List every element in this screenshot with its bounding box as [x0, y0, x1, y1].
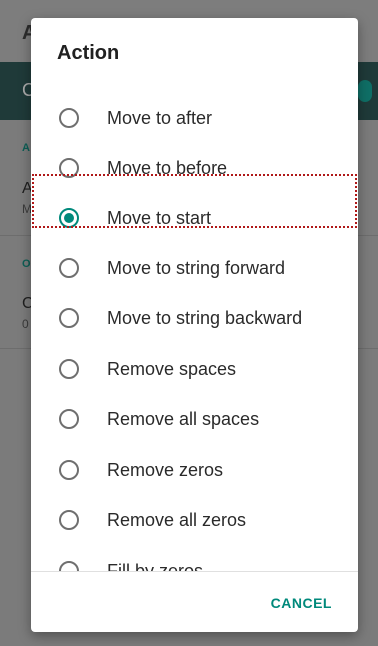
radio-unchecked-icon[interactable]	[59, 359, 79, 379]
radio-unchecked-icon[interactable]	[59, 409, 79, 429]
option-label: Fill by zeros	[107, 560, 204, 572]
option-label: Remove all zeros	[107, 509, 247, 530]
app-section-header: A	[22, 142, 30, 154]
option-move-to-start[interactable]: Move to start	[31, 193, 358, 243]
option-move-to-after[interactable]: Move to after	[31, 93, 358, 143]
option-move-to-string-forward[interactable]: Move to string forward	[31, 243, 358, 293]
app-list-item-sub: 0	[22, 317, 29, 331]
option-label: Remove spaces	[107, 358, 237, 379]
radio-checked-icon[interactable]	[59, 208, 79, 228]
option-move-to-string-backward[interactable]: Move to string backward	[31, 293, 358, 343]
radio-unchecked-icon[interactable]	[59, 158, 79, 178]
app-toolbar-indicator	[358, 80, 372, 102]
options-list[interactable]: Move to after Move to before Move to sta…	[31, 75, 358, 571]
option-label: Move to string forward	[107, 257, 286, 278]
option-fill-by-zeros[interactable]: Fill by zeros	[31, 546, 358, 571]
option-label: Remove all spaces	[107, 408, 260, 429]
option-remove-all-spaces[interactable]: Remove all spaces	[31, 394, 358, 444]
radio-unchecked-icon[interactable]	[59, 460, 79, 480]
option-remove-all-zeros[interactable]: Remove all zeros	[31, 495, 358, 545]
radio-unchecked-icon[interactable]	[59, 510, 79, 530]
option-move-to-before[interactable]: Move to before	[31, 143, 358, 193]
option-remove-spaces[interactable]: Remove spaces	[31, 344, 358, 394]
option-label: Remove zeros	[107, 459, 224, 480]
radio-unchecked-icon[interactable]	[59, 308, 79, 328]
dialog-title: Action	[57, 42, 120, 64]
action-dialog: Action Move to after Move to before Move…	[31, 18, 358, 632]
radio-unchecked-icon[interactable]	[59, 108, 79, 128]
cancel-button[interactable]: CANCEL	[271, 595, 332, 611]
radio-unchecked-icon[interactable]	[59, 258, 79, 278]
option-label: Move to start	[107, 207, 212, 228]
app-section-header: O	[22, 258, 31, 270]
option-label: Move to after	[107, 107, 213, 128]
option-label: Move to before	[107, 157, 228, 178]
option-label: Move to string backward	[107, 307, 303, 328]
radio-unchecked-icon[interactable]	[59, 561, 79, 571]
dialog-divider	[31, 571, 358, 572]
option-remove-zeros[interactable]: Remove zeros	[31, 445, 358, 495]
